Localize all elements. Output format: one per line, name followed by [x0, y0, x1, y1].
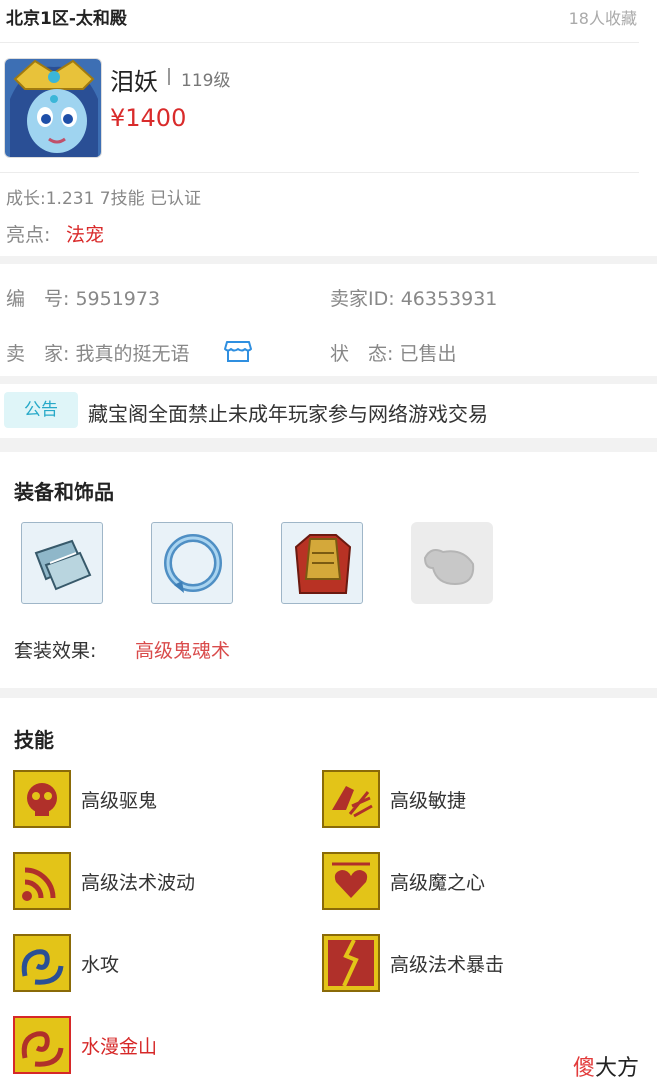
favorite-count[interactable]: 18人收藏 [569, 5, 637, 29]
divider [0, 172, 639, 173]
status-label: 状 态: [330, 343, 394, 365]
skills-title: 技能 [14, 728, 54, 752]
set-effect-value: 高级鬼魂术 [135, 640, 231, 662]
equipment-section: 装备和饰品 套装效果: 高级鬼魂术 [0, 452, 657, 688]
set-effect-label: 套装效果: [14, 640, 97, 662]
skill-name: 水漫金山 [81, 1036, 158, 1058]
pet-level: 119级 [181, 71, 231, 91]
seller: 卖 家: 我真的挺无语 [6, 339, 189, 366]
empty-slot-icon[interactable] [411, 522, 493, 604]
item-id-value: 5951973 [75, 288, 161, 310]
ghost-skull-icon [13, 770, 71, 828]
server-name: 北京1区-太和殿 [6, 9, 127, 29]
status-value: 已售出 [399, 343, 457, 365]
armguard-icon[interactable] [21, 522, 103, 604]
skill-name: 高级魔之心 [390, 872, 486, 894]
watermark-black: 大方 [594, 1056, 639, 1081]
item-id-label: 编 号: [6, 288, 70, 310]
notice-text: 藏宝阁全面禁止未成年玩家参与网络游戏交易 [88, 402, 488, 426]
divider [0, 42, 639, 43]
notice-tag: 公告 [4, 392, 78, 428]
flood-icon [13, 1016, 71, 1074]
seller-id-label: 卖家ID: [330, 288, 395, 310]
skill-name: 高级法术暴击 [390, 954, 505, 976]
pet-name: 泪妖 [110, 68, 158, 96]
wave-icon [13, 852, 71, 910]
separator [168, 68, 170, 85]
item-id: 编 号: 5951973 [6, 284, 160, 311]
highlight-value: 法宠 [66, 224, 105, 246]
skill-name: 高级法术波动 [81, 872, 196, 894]
growth-info: 成长:1.231 7技能 已认证 [6, 189, 202, 209]
collar-icon[interactable] [151, 522, 233, 604]
highlight-label: 亮点: [6, 224, 51, 246]
seller-value[interactable]: 我真的挺无语 [75, 343, 189, 365]
magic-heart-icon [322, 852, 380, 910]
store-icon[interactable] [224, 338, 252, 364]
water-attack-icon [13, 934, 71, 992]
seller-label: 卖 家: [6, 343, 70, 365]
price: ¥1400 [110, 104, 187, 132]
critical-icon [322, 934, 380, 992]
skill-name: 高级敏捷 [390, 790, 467, 812]
equipment-title: 装备和饰品 [14, 480, 114, 504]
agility-icon [322, 770, 380, 828]
armor-icon[interactable] [281, 522, 363, 604]
status: 状 态: 已售出 [330, 339, 456, 366]
trade-info-card: 编 号: 5951973 卖家ID: 46353931 卖 家: 我真的挺无语 … [0, 264, 657, 376]
skill-name: 水攻 [81, 954, 120, 976]
seller-id-value: 46353931 [400, 288, 498, 310]
skills-section: 技能 高级驱鬼 高级敏捷 高级法术波动 高级魔之心 水攻 高级法术暴击 水漫金山… [0, 698, 657, 1090]
skill-name: 高级驱鬼 [81, 790, 158, 812]
pet-summary-card: 北京1区-太和殿 18人收藏 泪妖 119级 ¥1400 成长:1.231 7技… [0, 0, 657, 256]
watermark-red: 傻 [572, 1056, 595, 1081]
pet-avatar[interactable] [4, 58, 102, 158]
watermark: 傻大方 [573, 1050, 639, 1082]
notice-bar: 公告 藏宝阁全面禁止未成年玩家参与网络游戏交易 [0, 384, 657, 438]
seller-id: 卖家ID: 46353931 [330, 284, 497, 311]
